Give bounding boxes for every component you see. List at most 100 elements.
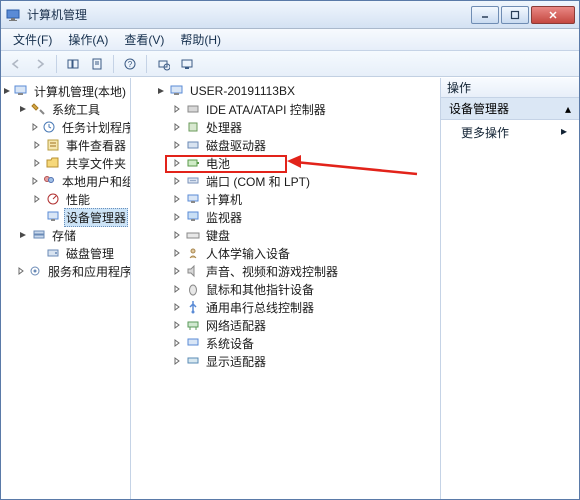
- toolbar-separator: [56, 55, 57, 73]
- expand-icon[interactable]: [171, 355, 183, 367]
- device-label: 电池: [204, 154, 232, 173]
- computer-icon: [13, 83, 29, 99]
- expand-icon[interactable]: [31, 175, 39, 187]
- properties-button[interactable]: [86, 54, 108, 74]
- device-root[interactable]: USER-20191113BX: [133, 82, 438, 100]
- menubar: 文件(F) 操作(A) 查看(V) 帮助(H): [1, 29, 579, 51]
- tree-label-selected: 设备管理器: [64, 208, 128, 227]
- monitor-icon: [185, 209, 201, 225]
- window-title: 计算机管理: [27, 6, 469, 23]
- expand-icon[interactable]: [31, 157, 43, 169]
- expand-icon[interactable]: [171, 193, 183, 205]
- actions-more[interactable]: 更多操作 ▸: [441, 120, 579, 145]
- tree-label: 磁盘管理: [64, 244, 116, 263]
- device-system[interactable]: 系统设备: [133, 334, 438, 352]
- toolbar-separator: [113, 55, 114, 73]
- device-ide[interactable]: IDE ATA/ATAPI 控制器: [133, 100, 438, 118]
- expand-icon[interactable]: [171, 319, 183, 331]
- expand-icon[interactable]: [171, 175, 183, 187]
- tree-disk-mgmt[interactable]: 磁盘管理: [3, 244, 128, 262]
- cpu-icon: [185, 119, 201, 135]
- tree-root[interactable]: 计算机管理(本地): [3, 82, 128, 100]
- tree-label: 性能: [64, 190, 92, 209]
- device-mouse[interactable]: 鼠标和其他指针设备: [133, 280, 438, 298]
- tree-shared-folders[interactable]: 共享文件夹: [3, 154, 128, 172]
- expand-icon[interactable]: [31, 139, 43, 151]
- expand-icon[interactable]: [171, 247, 183, 259]
- maximize-button[interactable]: [501, 6, 529, 24]
- help-button[interactable]: ?: [119, 54, 141, 74]
- device-keyboard[interactable]: 键盘: [133, 226, 438, 244]
- expand-icon[interactable]: [171, 103, 183, 115]
- folder-shared-icon: [45, 155, 61, 171]
- device-computer[interactable]: 计算机: [133, 190, 438, 208]
- actions-current[interactable]: 设备管理器 ▴: [441, 98, 579, 120]
- tools-icon: [31, 101, 47, 117]
- device-network[interactable]: 网络适配器: [133, 316, 438, 334]
- device-sound[interactable]: 声音、视频和游戏控制器: [133, 262, 438, 280]
- tree-performance[interactable]: 性能: [3, 190, 128, 208]
- show-hide-tree-button[interactable]: [62, 54, 84, 74]
- menu-view[interactable]: 查看(V): [116, 29, 172, 50]
- tree-system-tools[interactable]: 系统工具: [3, 100, 128, 118]
- device-hid[interactable]: 人体学输入设备: [133, 244, 438, 262]
- mouse-icon: [185, 281, 201, 297]
- tree-label: 服务和应用程序: [46, 262, 131, 281]
- users-icon: [41, 173, 57, 189]
- collapse-icon[interactable]: [17, 103, 29, 115]
- disk-icon: [45, 245, 61, 261]
- expand-icon[interactable]: [171, 301, 183, 313]
- actions-current-label: 设备管理器: [449, 100, 509, 117]
- expand-icon[interactable]: [171, 211, 183, 223]
- device-usb[interactable]: 通用串行总线控制器: [133, 298, 438, 316]
- back-button[interactable]: [5, 54, 27, 74]
- expand-icon[interactable]: [171, 157, 183, 169]
- tree-label: 共享文件夹: [64, 154, 128, 173]
- tree-device-manager[interactable]: 设备管理器: [3, 208, 128, 226]
- expand-icon[interactable]: [171, 121, 183, 133]
- device-label: 监视器: [204, 208, 244, 227]
- device-disk[interactable]: 磁盘驱动器: [133, 136, 438, 154]
- tree-event-viewer[interactable]: 事件查看器: [3, 136, 128, 154]
- device-battery[interactable]: 电池: [133, 154, 438, 172]
- tree-storage[interactable]: 存储: [3, 226, 128, 244]
- menu-file[interactable]: 文件(F): [5, 29, 60, 50]
- device-cpu[interactable]: 处理器: [133, 118, 438, 136]
- minimize-button[interactable]: [471, 6, 499, 24]
- expand-icon[interactable]: [171, 139, 183, 151]
- device-ports[interactable]: 端口 (COM 和 LPT): [133, 172, 438, 190]
- expand-icon[interactable]: [31, 193, 43, 205]
- tree-local-users[interactable]: 本地用户和组: [3, 172, 128, 190]
- collapse-icon[interactable]: [3, 85, 11, 97]
- collapse-icon[interactable]: [17, 229, 29, 241]
- collapse-icon[interactable]: [155, 85, 167, 97]
- expand-icon[interactable]: [171, 283, 183, 295]
- menu-action[interactable]: 操作(A): [60, 29, 116, 50]
- actions-more-label: 更多操作: [461, 126, 509, 140]
- device-monitor[interactable]: 监视器: [133, 208, 438, 226]
- refresh-button[interactable]: [176, 54, 198, 74]
- tree-task-scheduler[interactable]: 任务计划程序: [3, 118, 128, 136]
- console-tree[interactable]: 计算机管理(本地) 系统工具 任务计划程序 事件查看器: [1, 78, 130, 284]
- tree-label: 本地用户和组: [60, 172, 131, 191]
- scan-button[interactable]: [152, 54, 174, 74]
- performance-icon: [45, 191, 61, 207]
- services-icon: [27, 263, 43, 279]
- tree-services-apps[interactable]: 服务和应用程序: [3, 262, 128, 280]
- device-display[interactable]: 显示适配器: [133, 352, 438, 370]
- expand-icon[interactable]: [17, 265, 25, 277]
- titlebar[interactable]: 计算机管理: [1, 1, 579, 29]
- device-tree[interactable]: USER-20191113BX IDE ATA/ATAPI 控制器 处理器 磁盘…: [131, 78, 440, 374]
- system-icon: [185, 335, 201, 351]
- harddisk-icon: [185, 137, 201, 153]
- tree-label: 事件查看器: [64, 136, 128, 155]
- expand-icon[interactable]: [171, 337, 183, 349]
- close-button[interactable]: [531, 6, 575, 24]
- expand-icon[interactable]: [31, 121, 39, 133]
- forward-button[interactable]: [29, 54, 51, 74]
- menu-help[interactable]: 帮助(H): [172, 29, 229, 50]
- tree-label: 任务计划程序: [60, 118, 131, 137]
- toolbar: ?: [1, 51, 579, 77]
- expand-icon[interactable]: [171, 265, 183, 277]
- expand-icon[interactable]: [171, 229, 183, 241]
